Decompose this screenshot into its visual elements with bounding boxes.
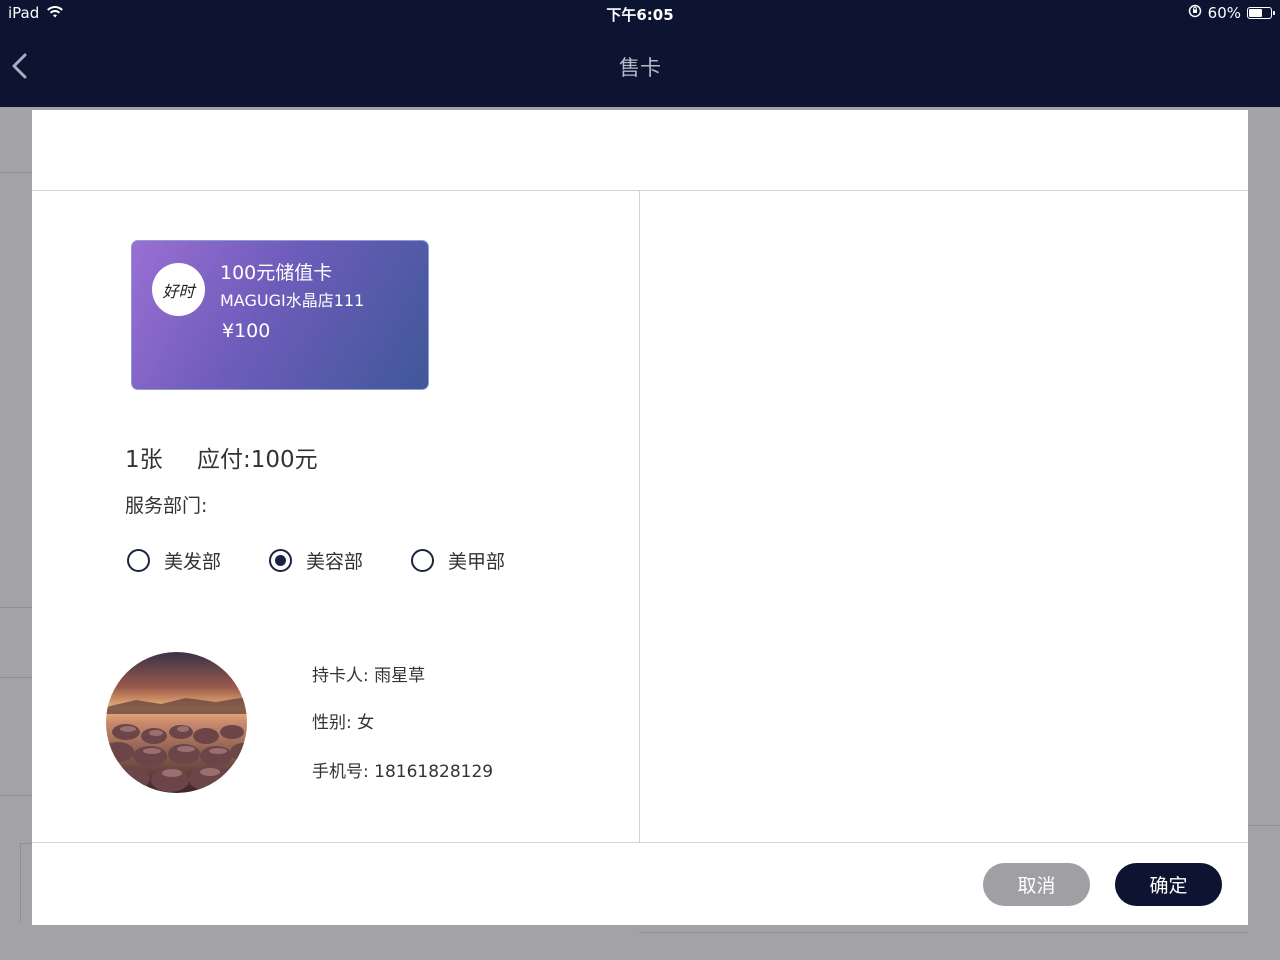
- background-divider: [639, 932, 1248, 933]
- card-quantity: 1张: [125, 447, 163, 473]
- radio-label: 美容部: [306, 551, 364, 573]
- sell-card-dialog: 好时 100元储值卡 MAGUGI水晶店111 ¥100 1张 应付:100元 …: [32, 110, 1248, 925]
- card-price: ¥100: [222, 320, 271, 342]
- status-time: 下午6:05: [606, 6, 674, 24]
- radio-label: 美发部: [164, 551, 222, 573]
- battery-percent: 60%: [1207, 4, 1241, 22]
- holder-name: 持卡人: 雨星草: [312, 666, 426, 686]
- card-store: MAGUGI水晶店111: [220, 291, 365, 310]
- card-holder-avatar: [106, 652, 247, 793]
- department-label: 服务部门:: [125, 495, 208, 517]
- stored-value-card[interactable]: 好时 100元储值卡 MAGUGI水晶店111 ¥100: [131, 240, 429, 390]
- holder-phone: 手机号: 18161828129: [312, 762, 494, 782]
- page-title: 售卡: [619, 56, 661, 80]
- background-divider: [0, 795, 32, 796]
- radio-circle-selected: [269, 549, 292, 572]
- background-divider: [0, 172, 32, 173]
- rotation-lock-icon: [1188, 4, 1202, 22]
- holder-gender: 性别: 女: [312, 713, 375, 733]
- dialog-footer-divider: [32, 842, 1248, 843]
- radio-department-hair[interactable]: 美发部: [127, 547, 221, 574]
- radio-department-nail[interactable]: 美甲部: [411, 547, 505, 574]
- background-divider: [1248, 825, 1280, 826]
- background-divider: [0, 607, 32, 608]
- amount-due: 应付:100元: [197, 447, 318, 473]
- confirm-button[interactable]: 确定: [1115, 863, 1222, 906]
- dialog-header-divider: [32, 190, 1248, 191]
- radio-department-beauty[interactable]: 美容部: [269, 547, 363, 574]
- background-divider: [0, 677, 32, 678]
- store-logo: 好时: [152, 263, 205, 316]
- radio-circle: [127, 549, 150, 572]
- card-name: 100元储值卡: [220, 262, 333, 284]
- dialog-column-divider: [639, 190, 640, 842]
- background-divider: [20, 843, 32, 844]
- cancel-button[interactable]: 取消: [983, 863, 1090, 906]
- background-divider: [20, 843, 21, 923]
- battery-icon: [1247, 7, 1275, 19]
- store-logo-text: 好时: [162, 281, 195, 301]
- status-bar: iPad 下午6:05 60%: [0, 0, 1280, 26]
- status-right: 60%: [1188, 4, 1275, 22]
- radio-label: 美甲部: [448, 551, 506, 573]
- radio-circle: [411, 549, 434, 572]
